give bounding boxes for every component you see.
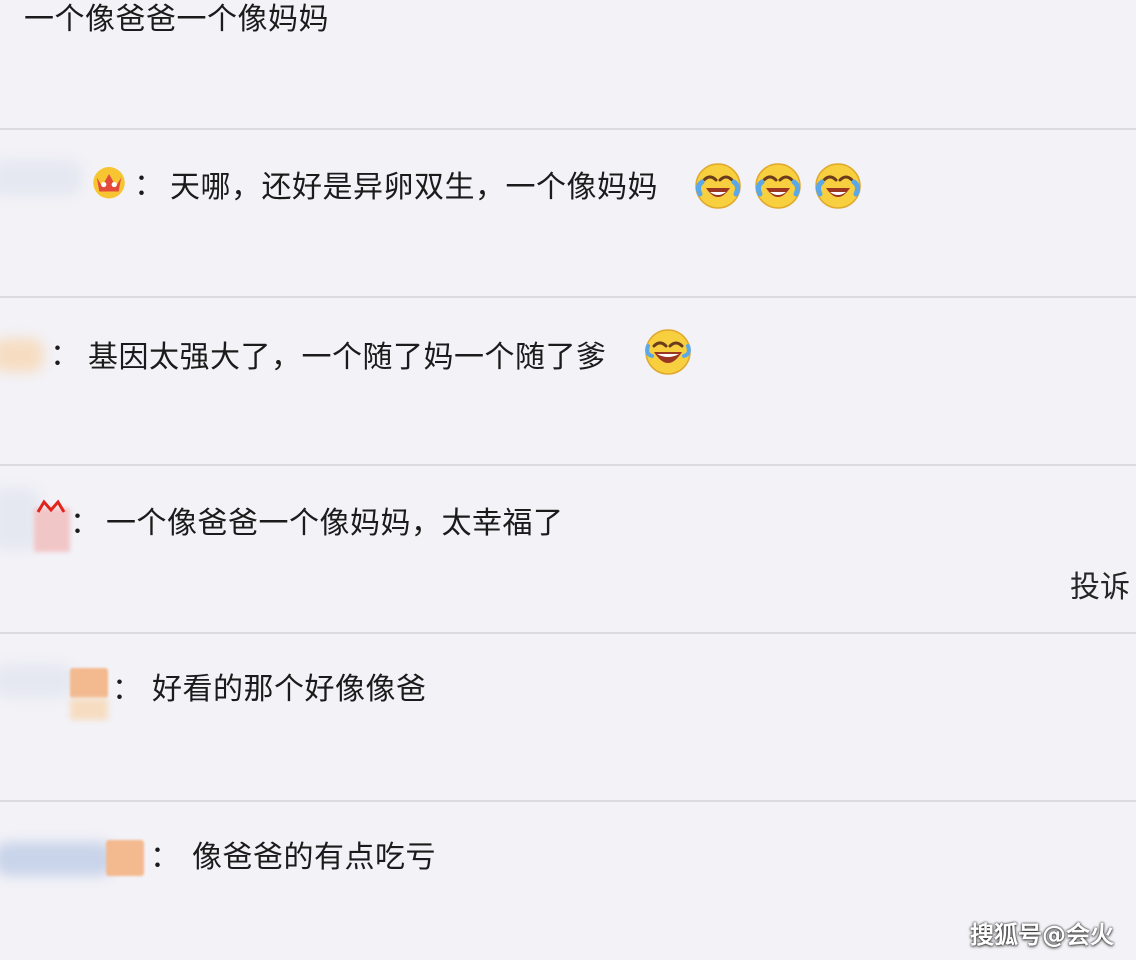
blurred-username: [0, 160, 82, 196]
blurred-avatar: [70, 698, 108, 720]
comment-text: 基因太强大了，一个随了妈一个随了爹: [88, 340, 607, 375]
colon: ：: [70, 506, 100, 541]
comment-row-4: ： 一个像爸爸一个像妈妈，太幸福了 投诉: [0, 466, 1136, 632]
colon: ：: [112, 672, 142, 707]
comment-row-3: ： 基因太强大了，一个随了妈一个随了爹: [0, 298, 1136, 464]
comment-row-5: ： 好看的那个好像像爸: [0, 634, 1136, 800]
comment-text: 一个像爸爸一个像妈妈，太幸福了: [106, 506, 564, 541]
blurred-username: [0, 338, 44, 372]
colon: ：: [134, 168, 164, 203]
comment-text: 好看的那个好像像爸: [152, 672, 427, 707]
comment-text: 天哪，还好是异卵双生，一个像妈妈: [170, 170, 658, 205]
watermark: 搜狐号@会火: [970, 921, 1114, 949]
comment-text: 像爸爸的有点吃亏: [192, 840, 436, 875]
comment-row-6: ： 像爸爸的有点吃亏: [0, 802, 1136, 960]
report-link[interactable]: 投诉: [1070, 568, 1130, 608]
comment-text: 一个像爸爸一个像妈妈: [24, 2, 329, 37]
blurred-avatar: [70, 668, 108, 698]
blurred-avatar: [106, 840, 144, 876]
colon: ：: [150, 840, 180, 875]
blurred-username: [0, 842, 114, 876]
colon: ：: [50, 338, 80, 373]
comment-row-2: ： 天哪，还好是异卵双生，一个像妈妈: [0, 130, 1136, 296]
laugh-cry-emoji: [755, 163, 801, 209]
blurred-username: [0, 664, 74, 698]
badge-icon: [36, 499, 66, 513]
comment-row-1: 一个像爸爸一个像妈妈: [0, 0, 1136, 128]
laugh-emoji: [645, 329, 691, 375]
crown-icon: [93, 167, 125, 199]
laugh-cry-emoji: [815, 163, 861, 209]
laugh-cry-emoji: [695, 163, 741, 209]
